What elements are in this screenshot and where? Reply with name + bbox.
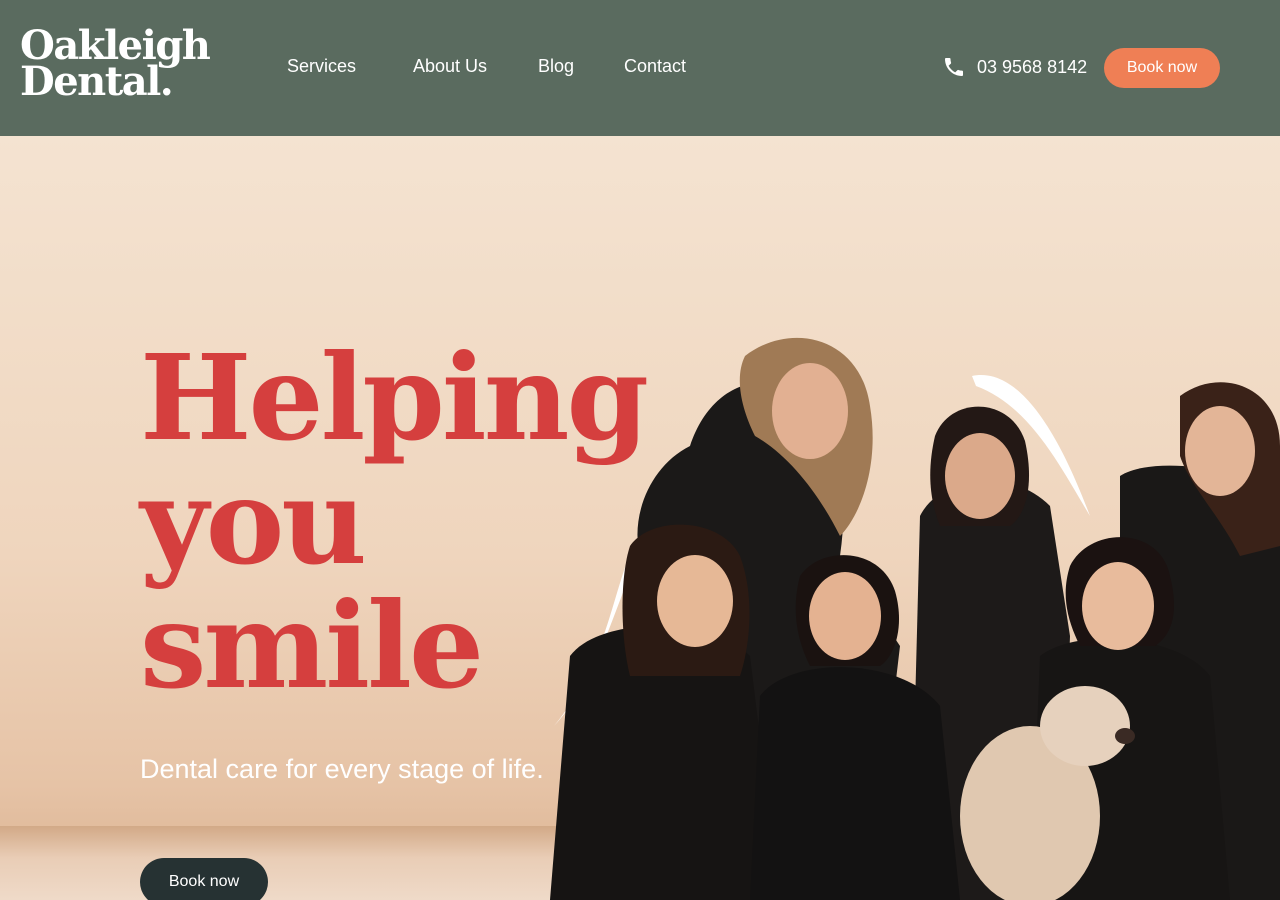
headline-line-2: you	[140, 452, 367, 591]
site-header: Oakleigh Dental. Services About Us Blog …	[0, 0, 1280, 136]
hero: Helping you smile Dental care for every …	[0, 136, 1280, 900]
headline-line-1: Helping	[140, 328, 649, 467]
hero-headline: Helping you smile	[140, 328, 649, 715]
book-now-hero-button[interactable]: Book now	[140, 858, 268, 900]
nav-item-about-us[interactable]: About Us	[413, 56, 487, 77]
hero-subheading: Dental care for every stage of life.	[140, 754, 544, 784]
nav-item-blog[interactable]: Blog	[538, 56, 574, 77]
phone-icon	[945, 58, 963, 76]
logo-line-2: Dental.	[20, 58, 174, 105]
nav-item-contact[interactable]: Contact	[624, 56, 686, 77]
nav-item-services[interactable]: Services	[287, 56, 356, 77]
phone-link[interactable]: 03 9568 8142	[942, 54, 1087, 80]
phone-number: 03 9568 8142	[977, 56, 1088, 77]
headline-line-3: smile	[140, 576, 484, 715]
team-photo	[550, 337, 1280, 900]
logo[interactable]: Oakleigh Dental.	[20, 26, 211, 105]
book-now-header-button[interactable]: Book now	[1104, 48, 1220, 88]
